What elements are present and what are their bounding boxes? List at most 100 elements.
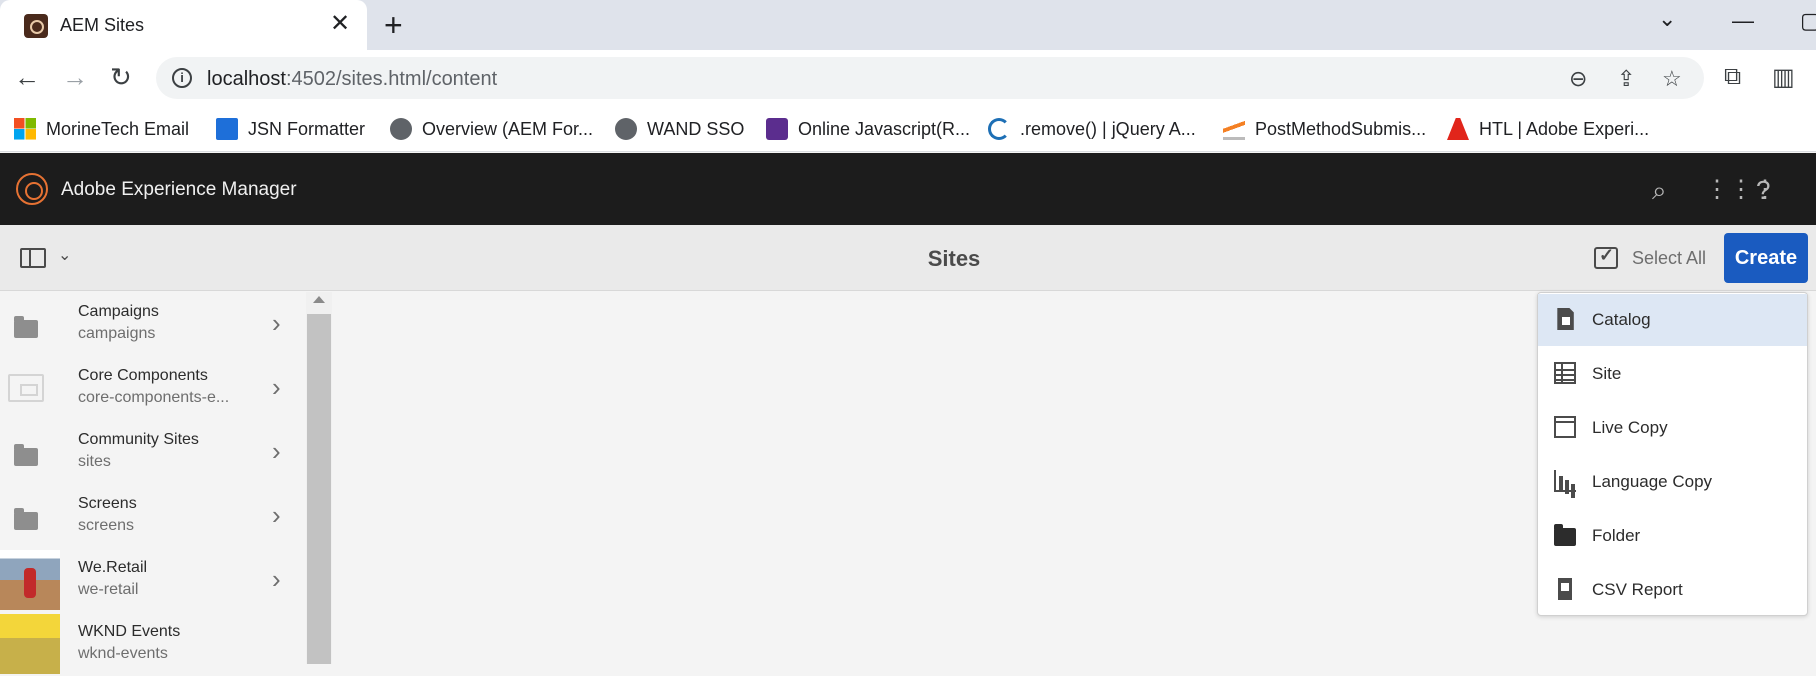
site-name: campaigns <box>78 325 156 342</box>
bookmark-overview-aem[interactable]: Overview (AEM For... <box>390 116 593 142</box>
bookmark-jquery-remove[interactable]: .remove() | jQuery A... <box>988 116 1196 142</box>
address-bar-row: ← → ↻ i localhost:4502/sites.html/conten… <box>0 50 1816 106</box>
scroll-up-arrow-icon[interactable] <box>313 296 325 303</box>
chevron-right-icon[interactable]: › <box>272 564 281 595</box>
menu-item-site[interactable]: Site <box>1538 348 1807 400</box>
chevron-right-icon[interactable]: › <box>272 436 281 467</box>
site-row-wknd-events[interactable]: WKND Events wknd-events <box>0 612 306 676</box>
menu-item-label: Folder <box>1592 526 1641 545</box>
site-row-campaigns[interactable]: Campaigns campaigns › <box>0 292 306 356</box>
aem-logo-icon[interactable] <box>16 173 48 205</box>
site-name: sites <box>78 453 111 470</box>
create-menu: Catalog Site Live Copy Language Copy Fol… <box>1537 292 1808 616</box>
select-all-label: Select All <box>1632 247 1707 268</box>
restore-button[interactable]: ▢ <box>1800 8 1816 34</box>
browser-tab[interactable]: AEM Sites ✕ <box>0 0 367 50</box>
bookmarks-bar: MorineTech Email JSN Formatter Overview … <box>0 106 1816 152</box>
side-panel-icon[interactable]: ▥ <box>1772 63 1795 92</box>
globe-icon <box>615 118 637 140</box>
csv-report-icon <box>1558 578 1572 600</box>
url-text[interactable]: localhost:4502/sites.html/content <box>207 68 497 91</box>
template-icon <box>8 374 44 402</box>
chevron-right-icon[interactable]: › <box>272 308 281 339</box>
site-row-screens[interactable]: Screens screens › <box>0 484 306 548</box>
minimize-button[interactable]: — <box>1732 8 1754 34</box>
back-arrow-icon[interactable]: ← <box>14 62 40 92</box>
chevron-right-icon[interactable]: › <box>272 372 281 403</box>
bookmark-star-icon[interactable]: ☆ <box>1662 66 1682 92</box>
globe-icon <box>390 118 412 140</box>
folder-icon <box>1554 524 1576 546</box>
site-row-we-retail[interactable]: We.Retail we-retail › <box>0 548 306 612</box>
menu-item-label: Catalog <box>1592 310 1651 329</box>
folder-icon <box>14 508 38 530</box>
search-icon[interactable]: ⌕ <box>1652 175 1667 207</box>
bookmark-htl-adobe[interactable]: HTL | Adobe Experi... <box>1447 116 1649 142</box>
bookmark-postmethodsubmis[interactable]: PostMethodSubmis... <box>1223 116 1426 142</box>
site-name: core-components-e... <box>78 389 230 406</box>
bookmark-online-javascript[interactable]: Online Javascript(R... <box>766 116 970 142</box>
microsoft-icon <box>14 118 36 140</box>
site-title: WKND Events <box>78 623 181 640</box>
select-all-button[interactable]: Select All <box>1594 245 1707 269</box>
sites-column-view: Campaigns campaigns › Core Components co… <box>0 292 306 674</box>
zoom-out-icon[interactable]: ⊖ <box>1569 66 1587 92</box>
we-retail-thumbnail-image <box>0 550 60 610</box>
url-bar[interactable]: i localhost:4502/sites.html/content ⊖ ⇪ … <box>156 57 1704 99</box>
menu-item-language-copy[interactable]: Language Copy <box>1538 456 1807 508</box>
stackoverflow-icon <box>1223 118 1245 140</box>
site-name: screens <box>78 517 135 534</box>
new-tab-button[interactable]: + <box>384 8 403 42</box>
product-name[interactable]: Adobe Experience Manager <box>61 179 297 201</box>
site-row-community-sites[interactable]: Community Sites sites › <box>0 420 306 484</box>
bookmark-morinetech-email[interactable]: MorineTech Email <box>14 116 189 142</box>
row-thumbnail <box>0 300 60 348</box>
help-icon[interactable]: ? <box>1756 175 1770 206</box>
bookmark-jsn-formatter[interactable]: JSN Formatter <box>216 116 365 142</box>
menu-item-label: CSV Report <box>1592 580 1683 599</box>
lightning-icon <box>766 118 788 140</box>
reload-icon[interactable]: ↻ <box>110 62 132 92</box>
share-icon[interactable]: ⇪ <box>1617 66 1635 92</box>
menu-item-label: Site <box>1592 364 1622 383</box>
catalog-icon <box>1557 308 1574 330</box>
wknd-events-thumbnail-image <box>0 614 60 674</box>
live-copy-icon <box>1554 416 1576 438</box>
bookmark-wand-sso[interactable]: WAND SSO <box>615 116 744 142</box>
select-all-checkbox-icon <box>1594 245 1618 269</box>
row-thumbnail <box>0 364 60 412</box>
create-button[interactable]: Create <box>1724 233 1808 283</box>
aem-global-header: Adobe Experience Manager ⌕ ⋮⋮⋮ ? <box>0 153 1816 225</box>
tab-title: AEM Sites <box>60 15 145 35</box>
site-title: Core Components <box>78 367 208 384</box>
menu-item-label: Live Copy <box>1592 418 1668 437</box>
tab-strip: AEM Sites ✕ + ⌄ — ▢ <box>0 0 1816 50</box>
site-info-icon[interactable]: i <box>172 68 192 88</box>
column-scrollbar[interactable] <box>306 292 332 664</box>
scrollbar-thumb[interactable] <box>307 314 331 664</box>
tab-close-icon[interactable]: ✕ <box>330 11 350 37</box>
menu-item-catalog[interactable]: Catalog <box>1538 294 1807 346</box>
chevron-right-icon[interactable]: › <box>272 500 281 531</box>
folder-icon <box>14 444 38 466</box>
jquery-icon <box>988 118 1010 140</box>
adobe-icon <box>1447 118 1469 140</box>
menu-item-csv-report[interactable]: CSV Report <box>1538 564 1807 616</box>
menu-item-label: Language Copy <box>1592 472 1713 491</box>
tab-search-dropdown-icon[interactable]: ⌄ <box>1658 6 1676 32</box>
folder-icon <box>14 316 38 338</box>
action-bar: ⌄ Sites Select All Create <box>0 225 1816 291</box>
aem-favicon-icon <box>24 14 48 38</box>
row-thumbnail <box>0 614 60 674</box>
site-name: wknd-events <box>78 645 168 662</box>
site-title: Campaigns <box>78 303 159 320</box>
site-row-core-components[interactable]: Core Components core-components-e... › <box>0 356 306 420</box>
forward-arrow-icon[interactable]: → <box>62 62 88 92</box>
extensions-icon[interactable]: ⧉ <box>1724 63 1741 91</box>
json-icon <box>216 118 238 140</box>
menu-item-live-copy[interactable]: Live Copy <box>1538 402 1807 454</box>
language-copy-icon <box>1554 470 1576 492</box>
site-title: Community Sites <box>78 431 199 448</box>
menu-item-folder[interactable]: Folder <box>1538 510 1807 562</box>
site-title: We.Retail <box>78 559 148 576</box>
